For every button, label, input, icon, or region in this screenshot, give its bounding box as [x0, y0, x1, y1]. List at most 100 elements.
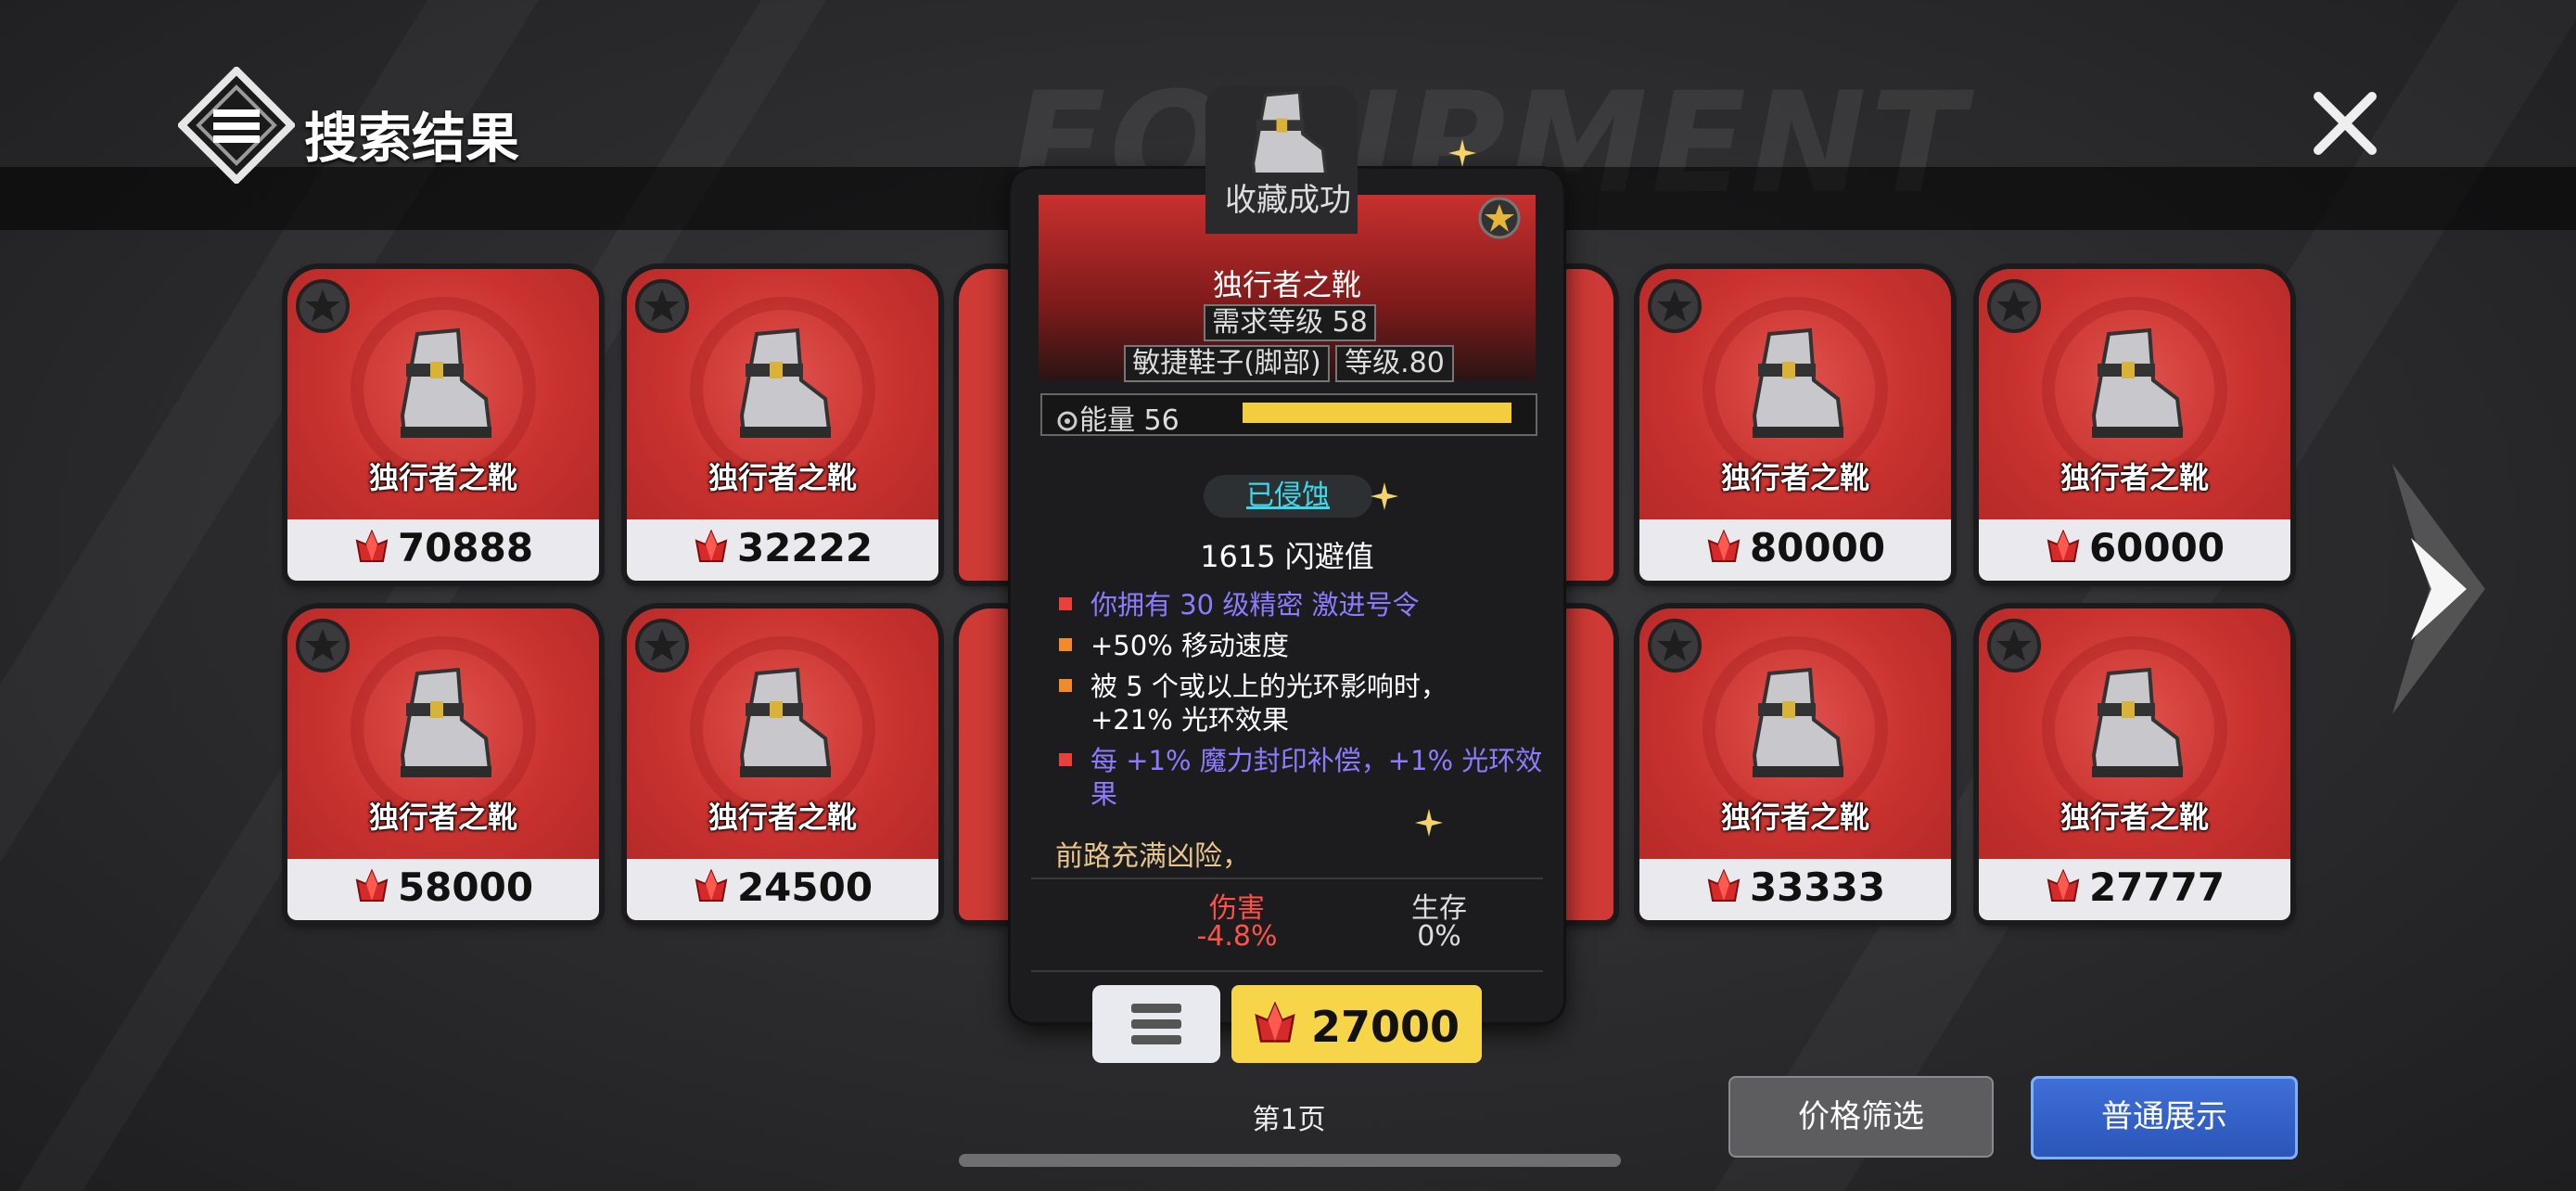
compare-survival-value: 0%: [1417, 920, 1461, 953]
item-name: 独行者之靴: [708, 460, 857, 495]
red-crystal-icon: [355, 530, 389, 562]
item-price: 33333: [1639, 864, 1951, 910]
affix-text: +50% 移动速度: [1090, 630, 1289, 661]
affix-line: +50% 移动速度: [1059, 629, 1289, 662]
item-card[interactable]: 独行者之靴 70888: [287, 269, 599, 581]
page-indicator: 第1页: [1252, 1104, 1326, 1136]
affix-bullet: [1059, 679, 1072, 692]
normal-display-button[interactable]: 普通展示: [2031, 1076, 2298, 1159]
energy-icon: [1057, 411, 1078, 431]
item-card[interactable]: 独行者之靴 27777: [1979, 608, 2290, 920]
page-title: 搜索结果: [304, 107, 520, 170]
item-name: 独行者之靴: [1720, 800, 1869, 835]
boot-icon: [1752, 667, 1844, 777]
red-crystal-icon: [1707, 530, 1741, 562]
boot-icon: [739, 327, 832, 438]
red-crystal-icon: [355, 869, 389, 902]
red-crystal-icon: [1255, 1002, 1295, 1043]
red-crystal-icon: [2047, 869, 2080, 902]
affix-text-cont: 果: [1090, 778, 1118, 810]
item-price-value: 60000: [2088, 525, 2225, 570]
item-price-value: 24500: [736, 864, 874, 910]
red-crystal-icon: [1707, 869, 1741, 902]
item-price-value: 33333: [1749, 864, 1886, 910]
next-page-chevron-icon[interactable]: [2374, 464, 2494, 714]
boot-icon: [400, 327, 492, 438]
more-options-button[interactable]: [1092, 985, 1220, 1063]
favorite-star-icon[interactable]: [634, 618, 690, 673]
divider: [1031, 877, 1543, 879]
affix-text: 你拥有 30 级精密 激进号令: [1090, 589, 1420, 621]
item-price: 58000: [287, 864, 599, 910]
favorite-star-icon[interactable]: [1647, 618, 1702, 673]
corruption-status[interactable]: 已侵蚀: [1204, 475, 1372, 518]
item-type-badge: 敏捷鞋子(脚部): [1124, 345, 1330, 382]
energy-label: 能量 56: [1057, 397, 1180, 438]
search-results-logo-icon: [178, 67, 295, 184]
affix-bullet: [1059, 597, 1072, 610]
item-name: 独行者之靴: [1720, 460, 1869, 495]
affix-line: 每 +1% 魔力封印补偿，+1% 光环效果: [1059, 744, 1542, 811]
item-level-badge: 等级.80: [1335, 345, 1454, 382]
energy-text: 能量 56: [1079, 404, 1180, 437]
sparkle-icon: [1448, 139, 1476, 167]
favorite-star-icon[interactable]: [1647, 278, 1702, 334]
menu-icon: [1131, 1004, 1181, 1044]
affix-text: 被 5 个或以上的光环影响时，: [1090, 671, 1447, 702]
boot-icon: [2091, 327, 2184, 438]
item-card[interactable]: 独行者之靴 80000: [1639, 269, 1951, 581]
home-indicator: [959, 1154, 1621, 1167]
price-filter-button[interactable]: 价格筛选: [1728, 1076, 1994, 1158]
sparkle-icon: [1415, 809, 1443, 837]
favorite-star-icon[interactable]: [634, 278, 690, 334]
item-price-value: 80000: [1749, 525, 1886, 570]
item-price-value: 58000: [397, 864, 534, 910]
favorite-star-icon[interactable]: [1478, 197, 1521, 239]
affix-line: 被 5 个或以上的光环影响时， +21% 光环效果: [1059, 670, 1447, 736]
favorite-star-icon[interactable]: [1986, 618, 2042, 673]
boot-icon: [1752, 327, 1844, 438]
item-card[interactable]: 独行者之靴 24500: [627, 608, 938, 920]
item-price: 32222: [627, 525, 938, 570]
item-name: 独行者之靴: [368, 460, 517, 495]
required-level-badge: 需求等级 58: [1204, 304, 1376, 341]
detail-item-name: 独行者之靴: [1212, 267, 1361, 302]
affix-bullet: [1059, 753, 1072, 766]
compare-damage-value: -4.8%: [1196, 920, 1278, 953]
item-price: 80000: [1639, 525, 1951, 570]
item-price-value: 27777: [2088, 864, 2225, 910]
favorite-success-toast: 收藏成功: [1225, 182, 1351, 219]
affix-text-cont: +21% 光环效果: [1090, 704, 1289, 736]
item-name: 独行者之靴: [2060, 800, 2209, 835]
red-crystal-icon: [695, 869, 728, 902]
item-price: 60000: [1979, 525, 2290, 570]
sparkle-icon: [1371, 482, 1398, 510]
flavor-text: 前路充满凶险，: [1055, 840, 1250, 873]
item-card[interactable]: 独行者之靴 33333: [1639, 608, 1951, 920]
item-card[interactable]: 独行者之靴 58000: [287, 608, 599, 920]
item-price-value: 32222: [736, 525, 874, 570]
item-price: 70888: [287, 525, 599, 570]
item-price-value: 70888: [397, 525, 534, 570]
boot-icon: [739, 667, 832, 777]
item-card[interactable]: 独行者之靴 60000: [1979, 269, 2290, 581]
favorite-star-icon[interactable]: [1986, 278, 2042, 334]
close-icon[interactable]: [2307, 85, 2383, 161]
boot-icon: [400, 667, 492, 777]
boot-icon: [2091, 667, 2184, 777]
energy-bar: [1243, 403, 1511, 423]
affix-bullet: [1059, 638, 1072, 651]
divider: [1031, 970, 1543, 972]
favorite-star-icon[interactable]: [295, 278, 351, 334]
buy-price: 27000: [1311, 1002, 1460, 1052]
item-name: 独行者之靴: [708, 800, 857, 835]
affix-line: 你拥有 30 级精密 激进号令: [1059, 588, 1420, 621]
item-name: 独行者之靴: [368, 800, 517, 835]
main-stat: 1615 闪避值: [1200, 539, 1374, 574]
favorite-star-icon[interactable]: [295, 618, 351, 673]
item-price: 27777: [1979, 864, 2290, 910]
item-card[interactable]: 独行者之靴 32222: [627, 269, 938, 581]
red-crystal-icon: [695, 530, 728, 562]
affix-text: 每 +1% 魔力封印补偿，+1% 光环效: [1090, 745, 1543, 776]
item-name: 独行者之靴: [2060, 460, 2209, 495]
